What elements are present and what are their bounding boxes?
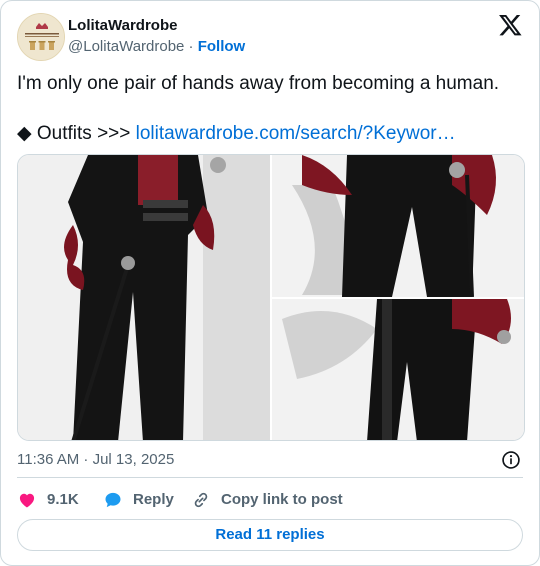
like-count: 9.1K bbox=[47, 491, 79, 508]
tweet-meta: 11:36 AM · Jul 13, 2025 bbox=[17, 450, 523, 470]
outfits-link[interactable]: lolitawardrobe.com/search/?Keywor… bbox=[136, 123, 456, 144]
like-button[interactable]: 9.1K bbox=[17, 489, 79, 511]
photo-full-outfit-image bbox=[18, 155, 270, 440]
tweet-text: I'm only one pair of hands away from bec… bbox=[17, 71, 523, 146]
author-names: LolitaWardrobe @LolitaWardrobe · Follow bbox=[68, 16, 245, 57]
copy-link-label: Copy link to post bbox=[221, 491, 343, 508]
reply-label: Reply bbox=[133, 491, 174, 508]
x-logo-icon[interactable] bbox=[499, 15, 522, 36]
outfits-prefix: ◆ Outfits >>> bbox=[17, 123, 136, 144]
handle-separator: · bbox=[184, 38, 198, 55]
link-icon bbox=[194, 492, 208, 508]
author-display-name[interactable]: LolitaWardrobe bbox=[68, 16, 245, 36]
speech-bubble-icon bbox=[105, 492, 121, 508]
tweet-header: LolitaWardrobe @LolitaWardrobe · Follow bbox=[17, 13, 523, 61]
author-handle-row: @LolitaWardrobe · Follow bbox=[68, 37, 245, 57]
photo-trousers-detail-image bbox=[272, 299, 524, 440]
read-replies-button[interactable]: Read 11 replies bbox=[17, 519, 523, 551]
tweet-line-outfits: ◆ Outfits >>> lolitawardrobe.com/search/… bbox=[17, 121, 523, 146]
reply-button[interactable]: Reply bbox=[103, 489, 174, 511]
info-icon[interactable] bbox=[501, 450, 521, 470]
author-avatar[interactable] bbox=[17, 13, 65, 61]
avatar-logo-icon bbox=[18, 14, 64, 60]
photo-trousers-top-image bbox=[272, 155, 524, 297]
media-grid bbox=[17, 154, 525, 441]
follow-button[interactable]: Follow bbox=[198, 38, 246, 55]
timestamp[interactable]: 11:36 AM · Jul 13, 2025 bbox=[17, 451, 174, 468]
meta-divider bbox=[17, 477, 523, 478]
tweet-card: LolitaWardrobe @LolitaWardrobe · Follow … bbox=[0, 0, 540, 566]
action-bar: 9.1K Reply Copy link to post bbox=[17, 489, 523, 511]
author-handle[interactable]: @LolitaWardrobe bbox=[68, 38, 184, 55]
copy-link-button[interactable]: Copy link to post bbox=[191, 489, 343, 511]
photo-full-outfit[interactable] bbox=[18, 155, 270, 440]
tweet-line-1: I'm only one pair of hands away from bec… bbox=[17, 73, 500, 94]
photo-trousers-top[interactable] bbox=[272, 155, 524, 297]
photo-trousers-detail[interactable] bbox=[272, 299, 524, 440]
heart-icon bbox=[19, 493, 35, 508]
